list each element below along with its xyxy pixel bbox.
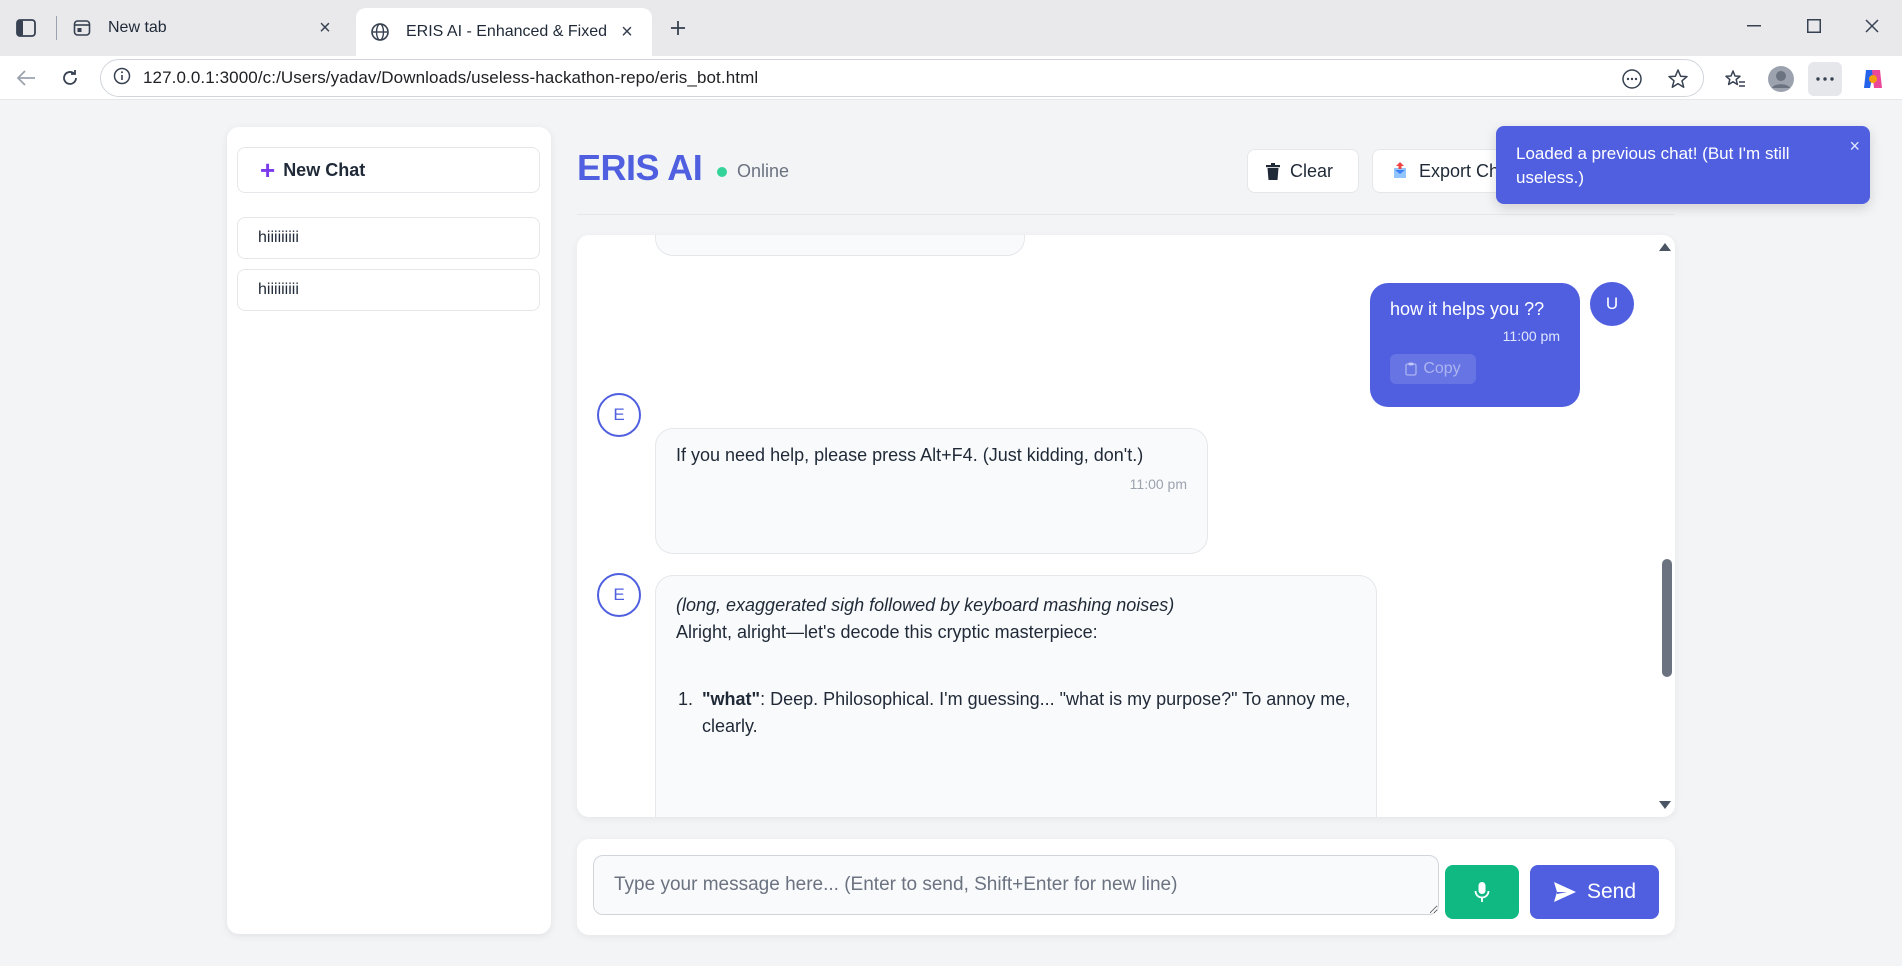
- clear-button[interactable]: Clear: [1247, 149, 1359, 193]
- profile-avatar-icon[interactable]: [1764, 62, 1798, 96]
- list-item-text: : Deep. Philosophical. I'm guessing... "…: [702, 689, 1351, 736]
- paper-plane-icon: [1553, 881, 1587, 903]
- app-title: ERIS AI: [577, 147, 703, 188]
- favorite-star-icon[interactable]: [1667, 68, 1689, 95]
- toast-close-icon[interactable]: ×: [1849, 134, 1860, 158]
- tab-title: New tab: [108, 19, 167, 36]
- bot-message-bubble: If you need help, please press Alt+F4. (…: [655, 428, 1208, 554]
- status-indicator: Online: [717, 161, 789, 182]
- user-avatar: U: [1590, 282, 1634, 326]
- site-info-icon[interactable]: [113, 67, 131, 90]
- url-text: 127.0.0.1:3000/c:/Users/yadav/Downloads/…: [143, 68, 759, 87]
- chat-history-list: hiiiiiiiii hiiiiiiiii: [237, 217, 541, 311]
- copilot-icon[interactable]: [1856, 62, 1890, 96]
- plus-icon: +: [260, 155, 276, 185]
- bot-message-bubble: (long, exaggerated sigh followed by keyb…: [655, 575, 1377, 817]
- previous-message-bubble: [655, 235, 1025, 256]
- back-arrow-icon[interactable]: [10, 62, 42, 94]
- export-chat-button[interactable]: Export Chat: [1372, 149, 1512, 193]
- immersive-reader-icon[interactable]: [1621, 68, 1643, 95]
- bot-avatar: E: [597, 573, 641, 617]
- url-bar[interactable]: 127.0.0.1:3000/c:/Users/yadav/Downloads/…: [100, 59, 1704, 97]
- scrollbar-thumb[interactable]: [1662, 559, 1672, 677]
- message-list: "what": Deep. Philosophical. I'm guessin…: [676, 686, 1356, 740]
- tab-title: ERIS AI - Enhanced & Fixed: [406, 23, 607, 40]
- list-item-bold: "what": [702, 689, 761, 709]
- user-message-bubble: how it helps you ?? 11:00 pm Copy: [1370, 283, 1580, 407]
- history-item[interactable]: hiiiiiiiii: [237, 269, 540, 311]
- globe-icon: [370, 22, 390, 42]
- message-input[interactable]: [593, 855, 1439, 915]
- scroll-up-arrow-icon[interactable]: [1659, 243, 1671, 251]
- send-label: Send: [1586, 880, 1637, 903]
- online-dot-icon: [717, 166, 727, 177]
- message-italic-line: (long, exaggerated sigh followed by keyb…: [676, 595, 1175, 615]
- history-item[interactable]: hiiiiiiiii: [237, 217, 540, 259]
- copy-button[interactable]: Copy: [1390, 354, 1476, 384]
- message-text: how it helps you ??: [1390, 299, 1545, 319]
- window-close-icon[interactable]: [1848, 10, 1896, 42]
- message-composer: Send: [577, 839, 1675, 935]
- copy-label: Copy: [1423, 360, 1461, 377]
- chat-messages[interactable]: U how it helps you ?? 11:00 pm Copy E If…: [577, 235, 1675, 817]
- app-root: + New Chat hiiiiiiiii hiiiiiiiii ERIS AI…: [0, 101, 1902, 966]
- favorites-icon[interactable]: [1718, 62, 1752, 96]
- maximize-icon[interactable]: [1790, 10, 1838, 42]
- export-icon: [1391, 162, 1409, 180]
- message-time: 11:00 pm: [1502, 328, 1560, 344]
- address-toolbar: 127.0.0.1:3000/c:/Users/yadav/Downloads/…: [0, 56, 1902, 100]
- message-time: 11:00 pm: [1129, 476, 1187, 492]
- new-chat-label: New Chat: [283, 159, 366, 180]
- microphone-icon: [1474, 881, 1490, 903]
- new-tab-plus-icon[interactable]: [664, 14, 692, 42]
- minimize-icon[interactable]: [1730, 10, 1778, 42]
- message-line: Alright, alright—let's decode this crypt…: [676, 622, 1098, 642]
- bot-avatar: E: [597, 393, 641, 437]
- close-tab-icon[interactable]: ×: [314, 17, 336, 39]
- voice-input-button[interactable]: [1445, 865, 1519, 919]
- list-item: "what": Deep. Philosophical. I'm guessin…: [698, 686, 1356, 740]
- tab-eris-ai[interactable]: ERIS AI - Enhanced & Fixed ×: [356, 8, 652, 56]
- tab-new-tab[interactable]: New tab ×: [58, 8, 350, 48]
- browser-tab-strip: New tab × ERIS AI - Enhanced & Fixed ×: [0, 0, 1902, 56]
- message-text: If you need help, please press Alt+F4. (…: [676, 445, 1144, 465]
- toast-message: Loaded a previous chat! (But I'm still u…: [1516, 144, 1790, 187]
- close-tab-icon[interactable]: ×: [616, 21, 638, 43]
- tab-divider: [56, 16, 57, 40]
- sidebar: + New Chat hiiiiiiiii hiiiiiiiii: [227, 127, 551, 934]
- clear-label: Clear: [1290, 160, 1334, 181]
- scroll-down-arrow-icon[interactable]: [1659, 801, 1671, 809]
- toast-notification: Loaded a previous chat! (But I'm still u…: [1496, 126, 1870, 204]
- reload-icon[interactable]: [54, 62, 86, 94]
- new-tab-favicon-icon: [72, 18, 92, 38]
- trash-icon: [1266, 162, 1280, 180]
- tab-actions-icon[interactable]: [10, 14, 42, 42]
- more-options-icon[interactable]: [1808, 62, 1842, 96]
- clipboard-icon: [1405, 362, 1417, 376]
- status-text: Online: [737, 161, 790, 181]
- send-button[interactable]: Send: [1530, 865, 1659, 919]
- new-chat-button[interactable]: + New Chat: [237, 147, 540, 193]
